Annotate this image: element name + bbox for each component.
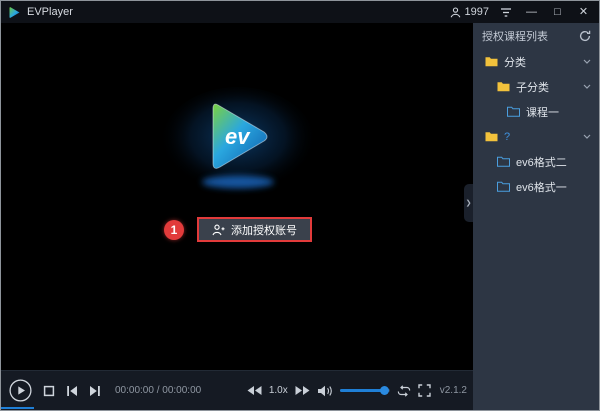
app-logo-icon <box>8 6 21 19</box>
ev-logo: ev <box>158 85 318 216</box>
tree-item-subcategory[interactable]: 子分类 <box>473 74 599 99</box>
tree-item-ev6-format-2[interactable]: ev6格式二 <box>473 149 599 174</box>
evplayer-window: EVPlayer 1997 — □ ✕ ev 1 添加授权账号 00:00:00… <box>0 0 600 411</box>
add-account-row: 1 添加授权账号 <box>164 217 312 242</box>
annotation-step-1: 1 <box>164 219 184 240</box>
sidebar-title: 授权课程列表 <box>482 31 548 43</box>
tree-item-ev6-format-1[interactable]: ev6格式一 <box>473 174 599 199</box>
tree-item-label: 课程一 <box>526 106 559 119</box>
fast-forward-button[interactable] <box>295 386 310 395</box>
folder-icon <box>497 82 510 92</box>
time-display: 00:00:00 / 00:00:00 <box>115 385 202 396</box>
folder-icon <box>497 156 510 167</box>
app-title: EVPlayer <box>27 6 73 18</box>
next-button[interactable] <box>89 385 101 397</box>
sidebar-header: 授权课程列表 <box>473 23 599 49</box>
sidebar-collapse-handle[interactable]: ❯ <box>464 184 473 222</box>
speed-label[interactable]: 1.0x <box>269 385 288 396</box>
refresh-icon[interactable] <box>579 30 591 42</box>
folder-icon <box>497 181 510 192</box>
tree-item-label: 分类 <box>504 56 526 69</box>
loop-button[interactable] <box>397 384 411 397</box>
tree-item-unnamed[interactable]: ? <box>473 124 599 149</box>
titlebar: EVPlayer 1997 — □ ✕ <box>1 1 599 23</box>
add-account-label: 添加授权账号 <box>231 224 297 237</box>
maximize-button[interactable]: □ <box>549 4 566 20</box>
tree-item-label: ? <box>504 130 511 143</box>
volume-slider[interactable] <box>339 386 390 395</box>
chevron-down-icon[interactable] <box>583 84 591 89</box>
rewind-button[interactable] <box>247 386 262 395</box>
ev-logo-text: ev <box>225 124 251 149</box>
chevron-down-icon[interactable] <box>583 134 591 139</box>
seek-bar[interactable] <box>1 407 475 409</box>
stop-button[interactable] <box>43 385 55 397</box>
secondary-controls: 1.0x v2.1.2 <box>247 384 467 397</box>
main-area: ev 1 添加授权账号 00:00:00 / 00:00:00 1.0x v2.… <box>1 23 475 410</box>
volume-icon[interactable] <box>317 385 333 397</box>
seek-progress <box>1 407 34 409</box>
tree-item-course-one[interactable]: 课程一 <box>473 99 599 124</box>
account-name: 1997 <box>464 6 489 18</box>
volume-fill <box>339 389 384 392</box>
play-button[interactable] <box>9 379 32 402</box>
titlebar-left: EVPlayer <box>8 6 73 19</box>
user-icon <box>450 6 461 18</box>
person-add-icon <box>212 224 225 236</box>
fullscreen-button[interactable] <box>418 384 431 397</box>
previous-button[interactable] <box>66 385 78 397</box>
titlebar-right: 1997 — □ ✕ <box>450 4 592 20</box>
volume-handle[interactable] <box>379 386 389 395</box>
tree-item-category[interactable]: 分类 <box>473 49 599 74</box>
version-label: v2.1.2 <box>439 385 467 396</box>
tree-item-label: ev6格式一 <box>516 181 567 194</box>
video-area: ev 1 添加授权账号 <box>1 23 475 370</box>
course-tree: 分类 子分类 课程一 ? ev6格式二 ev6格式一 <box>473 49 599 199</box>
tree-item-label: ev6格式二 <box>516 156 567 169</box>
tree-item-label: 子分类 <box>516 81 549 94</box>
account-button[interactable]: 1997 <box>450 6 489 18</box>
folder-icon <box>485 132 498 142</box>
close-button[interactable]: ✕ <box>575 4 592 20</box>
add-account-button[interactable]: 添加授权账号 <box>197 217 312 242</box>
transport-controls: 00:00:00 / 00:00:00 <box>9 379 201 402</box>
minimize-button[interactable]: — <box>523 4 540 20</box>
control-bar: 00:00:00 / 00:00:00 1.0x v2.1.2 <box>1 370 475 410</box>
folder-icon <box>507 106 520 117</box>
chevron-down-icon[interactable] <box>583 59 591 64</box>
course-sidebar: ❯ 授权课程列表 分类 子分类 课程一 ? ev6格式二 ev6格式一 <box>464 23 599 410</box>
folder-icon <box>485 57 498 67</box>
menu-icon[interactable] <box>498 4 514 20</box>
